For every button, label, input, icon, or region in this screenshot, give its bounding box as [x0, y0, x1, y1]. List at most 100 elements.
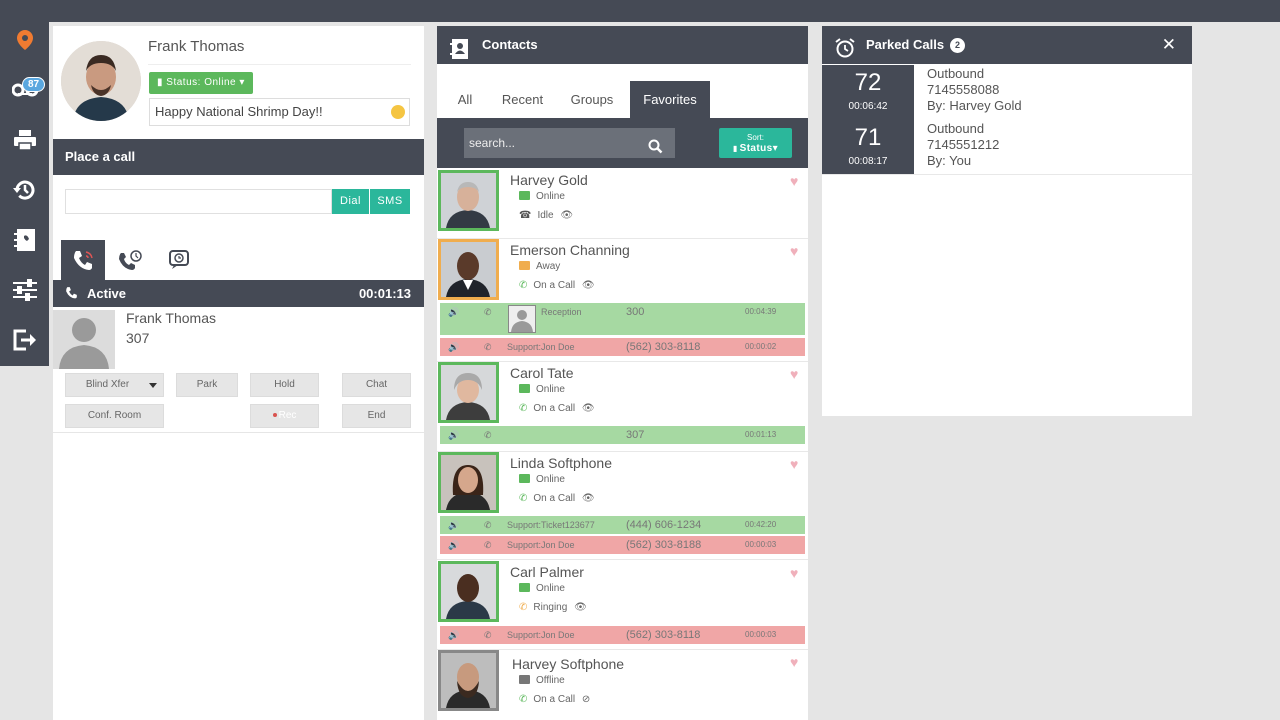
call-row[interactable]: 🔊 ✆ Support:Ticket123677 (444) 606-1234 … [440, 516, 805, 534]
call-row[interactable]: 🔊 ✆ Support:Jon Doe (562) 303-8118 00:00… [440, 338, 805, 356]
settings-sliders-icon[interactable] [0, 270, 49, 310]
conf-room-button[interactable]: Conf. Room [65, 404, 164, 428]
favorite-heart-icon[interactable]: ♥ [790, 367, 803, 381]
phone-icon: ✆ [519, 280, 528, 291]
call-timer: 00:04:39 [745, 307, 777, 316]
contact-name: Linda Softphone [510, 455, 612, 471]
favorite-heart-icon[interactable]: ♥ [790, 655, 803, 669]
volume-icon[interactable]: 🔊 [448, 303, 459, 321]
call-state: ☎ Idle 👁 [519, 210, 573, 221]
tab-groups[interactable]: Groups [563, 81, 621, 118]
caret-down-icon [149, 383, 157, 388]
search-icon[interactable] [648, 135, 663, 165]
record-button[interactable]: Rec [250, 404, 319, 428]
volume-icon[interactable]: 🔊 [448, 426, 459, 444]
favorite-heart-icon[interactable]: ♥ [790, 457, 803, 471]
call-timer: 00:00:02 [745, 342, 777, 351]
call-number: (562) 303-8118 [626, 341, 701, 353]
logout-icon[interactable] [0, 320, 49, 360]
volume-icon[interactable]: 🔊 [448, 338, 459, 356]
dial-button[interactable]: Dial [332, 189, 369, 214]
dial-number-input[interactable] [65, 189, 332, 214]
favorite-heart-icon[interactable]: ♥ [790, 244, 803, 258]
contact-avatar [438, 650, 499, 711]
parked-count-badge: 2 [950, 38, 966, 53]
phone-icon: ✆ [519, 403, 528, 414]
volume-icon[interactable]: 🔊 [448, 626, 459, 644]
eye-icon[interactable]: 👁 [582, 280, 595, 291]
call-timer: 00:00:03 [745, 540, 777, 549]
tab-call-log[interactable] [157, 240, 201, 280]
call-row[interactable]: 🔊 ✆ 307 00:01:13 [440, 426, 805, 444]
eye-icon[interactable]: 👁 [582, 493, 595, 504]
sms-button[interactable]: SMS [370, 189, 410, 214]
user-avatar[interactable] [61, 41, 141, 121]
divider [53, 432, 424, 433]
emoji-icon[interactable] [391, 105, 405, 119]
tab-call-history[interactable] [109, 240, 153, 280]
tab-all[interactable]: All [450, 81, 480, 118]
phone-transfer-icon[interactable]: ✆ [484, 338, 492, 356]
presence-status: Online [519, 583, 565, 594]
location-pin-icon[interactable] [0, 20, 49, 60]
favorite-heart-icon[interactable]: ♥ [790, 174, 803, 188]
phone-transfer-icon[interactable]: ✆ [484, 516, 492, 534]
end-call-button[interactable]: End [342, 404, 411, 428]
user-name: Frank Thomas [148, 38, 245, 55]
tab-favorites[interactable]: Favorites [630, 81, 710, 118]
parked-call-info: Outbound 7145551212 By: You [927, 121, 999, 169]
call-row[interactable]: 🔊 ✆ Reception 300 00:04:39 [440, 303, 805, 335]
call-state: ✆ On a Call 👁 [519, 403, 595, 414]
volume-icon[interactable]: 🔊 [448, 516, 459, 534]
hold-button[interactable]: Hold [250, 373, 319, 397]
tab-recent[interactable]: Recent [495, 81, 550, 118]
call-label: Support:Jon Doe [507, 342, 575, 352]
call-row[interactable]: 🔊 ✆ Support:Jon Doe (562) 303-8118 00:00… [440, 626, 805, 644]
parked-slot[interactable]: 71 00:08:17 [822, 120, 914, 175]
search-input[interactable]: search... [464, 128, 675, 158]
presence-status: Offline [519, 675, 565, 686]
contact-avatar [438, 452, 499, 513]
contact-item[interactable]: Harvey Gold Online ☎ Idle 👁 ♥ [437, 169, 808, 239]
tab-active-calls[interactable] [61, 240, 105, 280]
divider [822, 174, 1192, 175]
phone-hangup-icon: ☎ [519, 210, 532, 221]
parked-slot[interactable]: 72 00:06:42 [822, 65, 914, 120]
call-timer: 00:00:03 [745, 630, 777, 639]
contact-avatar [438, 362, 499, 423]
eye-icon[interactable]: 👁 [574, 602, 587, 613]
contacts-header: Contacts [437, 26, 808, 64]
phone-transfer-icon[interactable]: ✆ [484, 426, 492, 444]
status-dropdown[interactable]: ▮ Status: Online ▾ [149, 72, 253, 94]
call-row[interactable]: 🔊 ✆ Support:Jon Doe (562) 303-8188 00:00… [440, 536, 805, 554]
presence-chat-icon [519, 384, 530, 393]
chat-button[interactable]: Chat [342, 373, 411, 397]
eye-icon[interactable]: 👁 [560, 210, 573, 221]
favorite-heart-icon[interactable]: ♥ [790, 566, 803, 580]
contacts-book-icon[interactable] [0, 220, 49, 260]
status-message-input[interactable]: Happy National Shrimp Day!! [149, 98, 410, 126]
divider [437, 559, 808, 560]
phone-transfer-icon[interactable]: ✆ [484, 626, 492, 644]
phone-ringing-icon [74, 251, 93, 270]
presence-chat-icon [519, 261, 530, 270]
eye-icon[interactable]: 👁 [582, 403, 595, 414]
presence-text: Online [536, 583, 565, 594]
call-label: Support:Jon Doe [507, 630, 575, 640]
call-number: (562) 303-8118 [626, 629, 701, 641]
history-icon[interactable] [0, 170, 49, 210]
call-timer: 00:42:20 [745, 520, 777, 529]
phone-icon [65, 280, 78, 307]
blind-xfer-dropdown[interactable]: Blind Xfer [65, 373, 164, 397]
park-button[interactable]: Park [176, 373, 238, 397]
eye-slash-icon[interactable]: ⊘ [582, 694, 590, 705]
presence-chat-icon [519, 191, 530, 200]
close-icon[interactable]: ✕ [1162, 26, 1176, 64]
phone-transfer-icon[interactable]: ✆ [484, 536, 492, 554]
fax-printer-icon[interactable] [0, 120, 49, 160]
volume-icon[interactable]: 🔊 [448, 536, 459, 554]
sort-dropdown[interactable]: Sort: ▮ Status▾ [719, 128, 792, 158]
parked-number: 7145551212 [927, 137, 1000, 152]
caller-name: Frank Thomas [126, 310, 216, 326]
phone-transfer-icon[interactable]: ✆ [484, 303, 492, 321]
